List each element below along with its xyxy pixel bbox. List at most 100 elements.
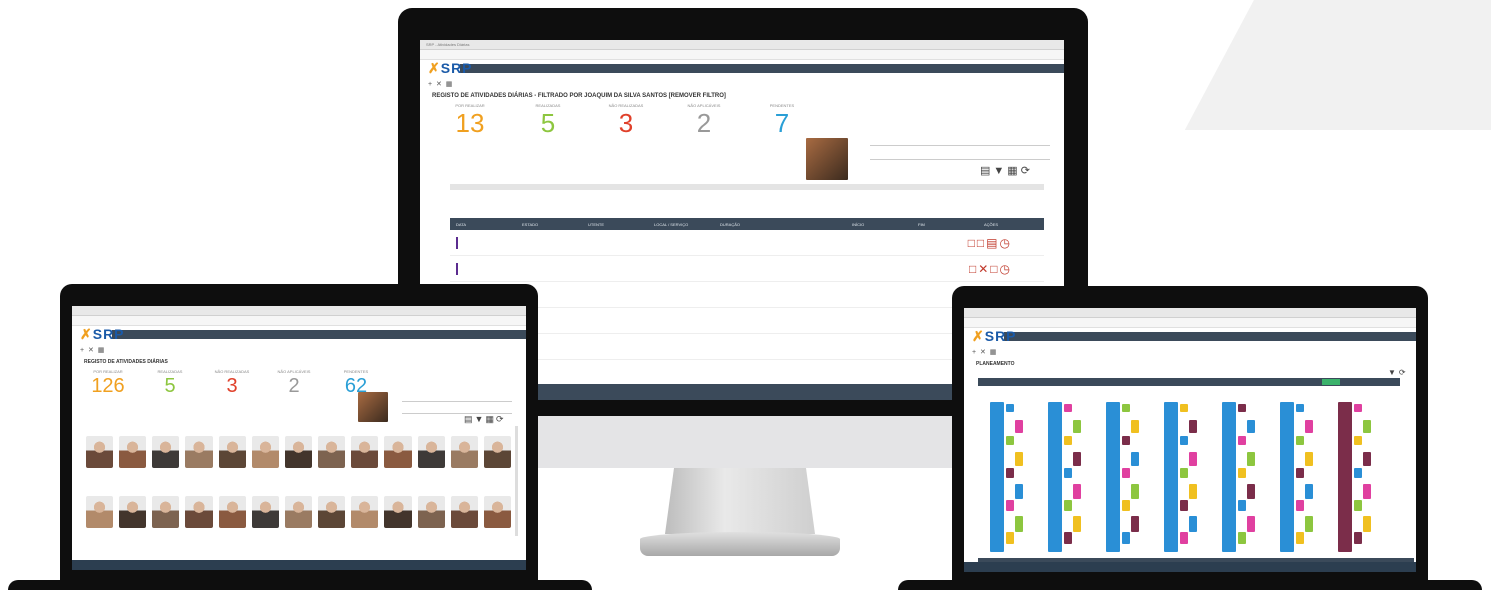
stat-nao-realizadas[interactable]: NÃO REALIZADAS 3 [206,369,258,396]
staff-photo[interactable] [450,436,478,468]
browser-tab-bar[interactable] [964,308,1416,318]
row-action-icons[interactable]: □✕□◷ [969,262,1012,276]
staff-photo[interactable] [351,436,379,468]
browser-tab-bar[interactable]: SRP - Atividades Diárias [420,40,1064,50]
list-icon[interactable]: ▤ [464,414,475,424]
staff-photo[interactable] [251,436,279,468]
row-action-icons[interactable]: □□▤◷ [968,236,1012,250]
staff-photo[interactable] [218,436,246,468]
appointment-block[interactable] [1363,516,1371,532]
list-icon[interactable]: ▤ [980,165,993,177]
column-header[interactable]: DATA [450,222,516,227]
search-input[interactable] [870,152,1050,160]
staff-photo[interactable] [185,496,213,528]
appointment-block[interactable] [1064,468,1072,478]
appointment-block[interactable] [1122,436,1130,445]
appointment-block[interactable] [1354,468,1362,478]
appointment-block[interactable] [1006,468,1014,478]
staff-photo[interactable] [417,496,445,528]
staff-photo[interactable] [251,496,279,528]
close-icon[interactable]: ✕ [436,81,442,88]
column-header[interactable]: UTENTE [582,222,648,227]
appointment-block[interactable] [1354,532,1362,544]
appointment-block[interactable] [1363,484,1371,499]
staff-photo[interactable] [318,496,346,528]
stat-realizadas[interactable]: REALIZADAS 5 [518,103,578,136]
appointment-block[interactable] [1073,420,1081,433]
stat-por-realizar[interactable]: POR REALIZAR 126 [82,369,134,396]
appointment-block[interactable] [1122,468,1130,478]
appointment-block[interactable] [1247,452,1255,466]
appointment-block[interactable] [1280,402,1294,552]
srp-logo[interactable]: ✗SRP [80,326,125,343]
appointment-block[interactable] [1189,420,1197,433]
appointment-block[interactable] [1363,452,1371,466]
appointment-block[interactable] [1189,484,1197,499]
appointment-block[interactable] [1064,500,1072,511]
appointment-block[interactable] [1247,516,1255,532]
staff-photo[interactable] [417,436,445,468]
appointment-block[interactable] [1015,484,1023,499]
address-bar[interactable] [964,318,1416,328]
appointment-block[interactable] [1122,500,1130,511]
staff-photo[interactable] [483,496,511,528]
appointment-block[interactable] [1006,532,1014,544]
search-input[interactable] [402,406,512,414]
column-header[interactable]: FIM [912,222,978,227]
appointment-block[interactable] [1015,452,1023,466]
appointment-block[interactable] [1006,500,1014,511]
staff-photo[interactable] [450,496,478,528]
appointment-block[interactable] [1354,500,1362,511]
appointment-block[interactable] [1180,404,1188,412]
browser-tab-bar[interactable] [72,306,526,316]
appointment-block[interactable] [1180,436,1188,445]
appointment-block[interactable] [1238,500,1246,511]
appointment-block[interactable] [1296,532,1304,544]
appointment-block[interactable] [1305,452,1313,466]
appointment-block[interactable] [990,402,1004,552]
appointment-block[interactable] [1180,532,1188,544]
appointment-block[interactable] [1122,532,1130,544]
refresh-icon[interactable]: ⟳ [1021,165,1033,177]
address-bar[interactable] [72,316,526,326]
section-title[interactable]: PLANEAMENTO [964,360,1416,369]
staff-photo[interactable] [119,496,147,528]
table-row[interactable]: □✕□◷ [450,256,1044,282]
appointment-block[interactable] [1354,436,1362,445]
srp-logo[interactable]: ✗SRP [972,328,1017,345]
column-header[interactable]: AÇÕES [978,222,1044,227]
stat-nao-aplicaveis[interactable]: NÃO APLICÁVEIS 2 [268,369,320,396]
staff-photo[interactable] [384,496,412,528]
appointment-block[interactable] [1305,420,1313,433]
calendar-icon[interactable]: ▦ [98,347,105,354]
appointment-block[interactable] [1247,484,1255,499]
appointment-block[interactable] [1363,420,1371,433]
stat-por-realizar[interactable]: POR REALIZAR 13 [440,103,500,136]
appointment-block[interactable] [1180,468,1188,478]
column-header[interactable]: INÍCIO [846,222,912,227]
appointment-block[interactable] [1106,402,1120,552]
calendar-icon[interactable]: ▦ [446,81,453,88]
staff-photo[interactable] [218,496,246,528]
add-icon[interactable]: + [80,347,84,354]
appointment-block[interactable] [1296,468,1304,478]
staff-photo[interactable] [284,436,313,468]
appointment-block[interactable] [1296,404,1304,412]
appointment-block[interactable] [1064,404,1072,412]
appointment-block[interactable] [1073,516,1081,532]
column-header[interactable]: LOCAL / SERVIÇO [648,222,714,227]
appointment-block[interactable] [1296,500,1304,511]
staff-photo[interactable] [384,436,412,468]
staff-photo[interactable] [351,496,379,528]
appointment-block[interactable] [1131,516,1139,532]
section-title[interactable]: REGISTO DE ATIVIDADES DIÁRIAS [72,358,526,367]
appointment-block[interactable] [1305,516,1313,532]
appointment-block[interactable] [1354,404,1362,412]
staff-photo[interactable] [86,436,114,468]
staff-photo[interactable] [152,436,180,468]
appointment-block[interactable] [1073,484,1081,499]
refresh-icon[interactable]: ⟳ [1399,368,1409,377]
stat-realizadas[interactable]: REALIZADAS 5 [144,369,196,396]
appointment-block[interactable] [1131,452,1139,466]
grid-icon[interactable]: ▦ [1007,165,1020,177]
